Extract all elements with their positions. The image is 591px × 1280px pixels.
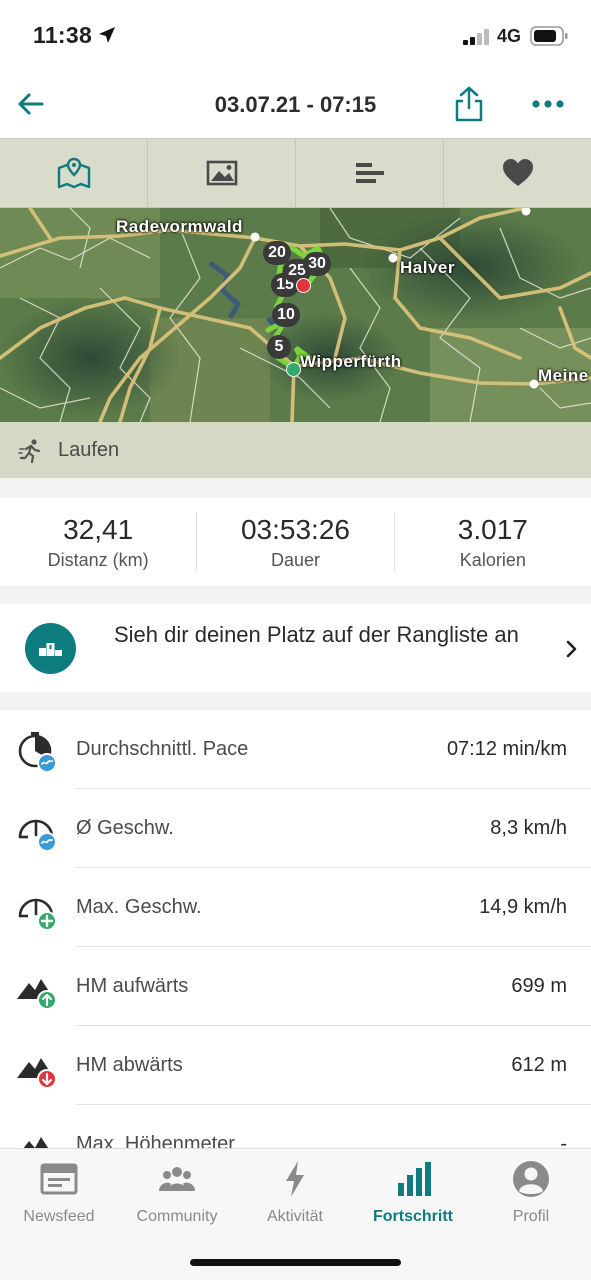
stat-value: 612 m: [511, 1054, 567, 1076]
share-icon[interactable]: [450, 84, 488, 124]
leaderboard-row[interactable]: Sieh dir deinen Platz auf der Rangliste …: [0, 604, 591, 692]
stat-label: HM abwärts: [76, 1054, 183, 1076]
sport-type-bar: Laufen: [0, 422, 591, 478]
podium-icon: [39, 643, 62, 656]
sport-label: Laufen: [58, 439, 120, 461]
stat-row-elevation-loss[interactable]: HM abwärts 612 m: [0, 1026, 591, 1105]
km-marker: 10: [272, 303, 300, 327]
stat-value: 14,9 km/h: [479, 896, 567, 918]
lightning-icon: [286, 1161, 304, 1197]
map-place-label: Meine: [538, 366, 589, 385]
community-icon: [159, 1167, 195, 1191]
route-map[interactable]: Radevormwald Halver Wipperfürth Meine 5 …: [0, 208, 591, 422]
section-divider: [0, 478, 591, 498]
nav-community[interactable]: Community: [118, 1159, 236, 1226]
nav-newsfeed[interactable]: Newsfeed: [0, 1159, 118, 1226]
more-options-icon[interactable]: [528, 88, 568, 120]
speedometer-max-icon: [18, 898, 57, 931]
stat-label: Max. Höhenmeter: [76, 1133, 235, 1148]
stat-label: Durchschnittl. Pace: [76, 738, 249, 760]
stopwatch-avg-icon: [18, 732, 57, 773]
stat-row-avg-pace[interactable]: Durchschnittl. Pace 07:12 min/km: [0, 710, 591, 789]
nav-profile[interactable]: Profil: [472, 1159, 590, 1226]
section-divider: [0, 692, 591, 710]
back-arrow-icon[interactable]: [12, 84, 52, 124]
page-title: 03.07.21 - 07:15: [214, 92, 377, 117]
bar-list-icon: [355, 163, 384, 183]
finish-marker: [296, 278, 311, 293]
summary-calories: 3.017 Kalorien: [395, 512, 591, 572]
nav-label: Newsfeed: [23, 1208, 95, 1225]
nav-label: Community: [136, 1208, 218, 1225]
home-indicator: [190, 1259, 401, 1266]
stat-row-max-elevation[interactable]: Max. Höhenmeter -: [0, 1105, 591, 1148]
stat-label: Ø Geschw.: [76, 817, 174, 839]
signal-bars-icon: [463, 29, 489, 45]
nav-label: Fortschritt: [373, 1208, 453, 1225]
summary-value: 3.017: [457, 514, 528, 545]
stat-value: 07:12 min/km: [446, 738, 567, 760]
tab-map[interactable]: [0, 139, 148, 207]
stat-value: 699 m: [511, 975, 567, 997]
section-divider: [0, 586, 591, 604]
top-app-bar: 03.07.21 - 07:15: [0, 70, 591, 138]
stat-label: Max. Geschw.: [76, 896, 202, 918]
status-time: 11:38: [33, 22, 93, 48]
summary-label: Dauer: [270, 550, 320, 570]
summary-value: 32,41: [63, 514, 134, 545]
stat-row-max-speed[interactable]: Max. Geschw. 14,9 km/h: [0, 868, 591, 947]
tab-heart-rate[interactable]: [444, 139, 591, 207]
elevation-up-icon: [17, 979, 57, 1010]
battery-icon: [530, 26, 568, 46]
stat-row-elevation-gain[interactable]: HM aufwärts 699 m: [0, 947, 591, 1026]
summary-label: Distanz (km): [47, 550, 149, 570]
leaderboard-text: Sieh dir deinen Platz auf der Rangliste …: [114, 622, 519, 647]
nav-label: Profil: [512, 1208, 550, 1225]
summary-value: 03:53:26: [240, 514, 350, 545]
running-icon: [18, 439, 41, 464]
tab-photos[interactable]: [148, 139, 296, 207]
stats-list: Durchschnittl. Pace 07:12 min/km Ø Gesch…: [0, 710, 591, 1148]
elevation-down-icon: [17, 1058, 57, 1089]
activity-summary: 32,41 Distanz (km) 03:53:26 Dauer 3.017 …: [0, 498, 591, 586]
summary-label: Kalorien: [459, 550, 526, 570]
stat-value: -: [560, 1133, 567, 1148]
detail-tabs: [0, 138, 591, 208]
stat-value: 8,3 km/h: [490, 817, 567, 839]
elevation-max-icon: [23, 1137, 49, 1148]
map-place-label: Radevormwald: [116, 217, 243, 236]
map-icon: [57, 157, 90, 189]
km-marker: 5: [267, 335, 291, 359]
map-place-label: Wipperfürth: [300, 352, 402, 371]
heart-icon: [502, 159, 533, 186]
km-marker: 30: [303, 252, 331, 276]
stat-row-avg-speed[interactable]: Ø Geschw. 8,3 km/h: [0, 789, 591, 868]
nav-progress[interactable]: Fortschritt: [354, 1159, 472, 1226]
map-place-label: Halver: [400, 258, 455, 277]
summary-duration: 03:53:26 Dauer: [197, 512, 395, 572]
start-marker: [286, 362, 301, 377]
stat-label: HM aufwärts: [76, 975, 189, 997]
summary-distance: 32,41 Distanz (km): [0, 512, 198, 572]
podium-badge: [25, 623, 76, 674]
network-type: 4G: [497, 26, 522, 46]
profile-avatar-icon: [513, 1161, 549, 1197]
speedometer-avg-icon: [18, 819, 57, 852]
nav-activity[interactable]: Aktivität: [236, 1159, 354, 1226]
tab-splits[interactable]: [296, 139, 444, 207]
nav-label: Aktivität: [266, 1208, 323, 1225]
newsfeed-icon: [40, 1163, 78, 1195]
progress-bars-icon: [398, 1162, 431, 1196]
status-bar: 11:38 4G: [0, 0, 591, 70]
location-arrow-icon: [99, 27, 115, 43]
image-icon: [206, 160, 237, 186]
chevron-right-icon: [566, 640, 577, 658]
